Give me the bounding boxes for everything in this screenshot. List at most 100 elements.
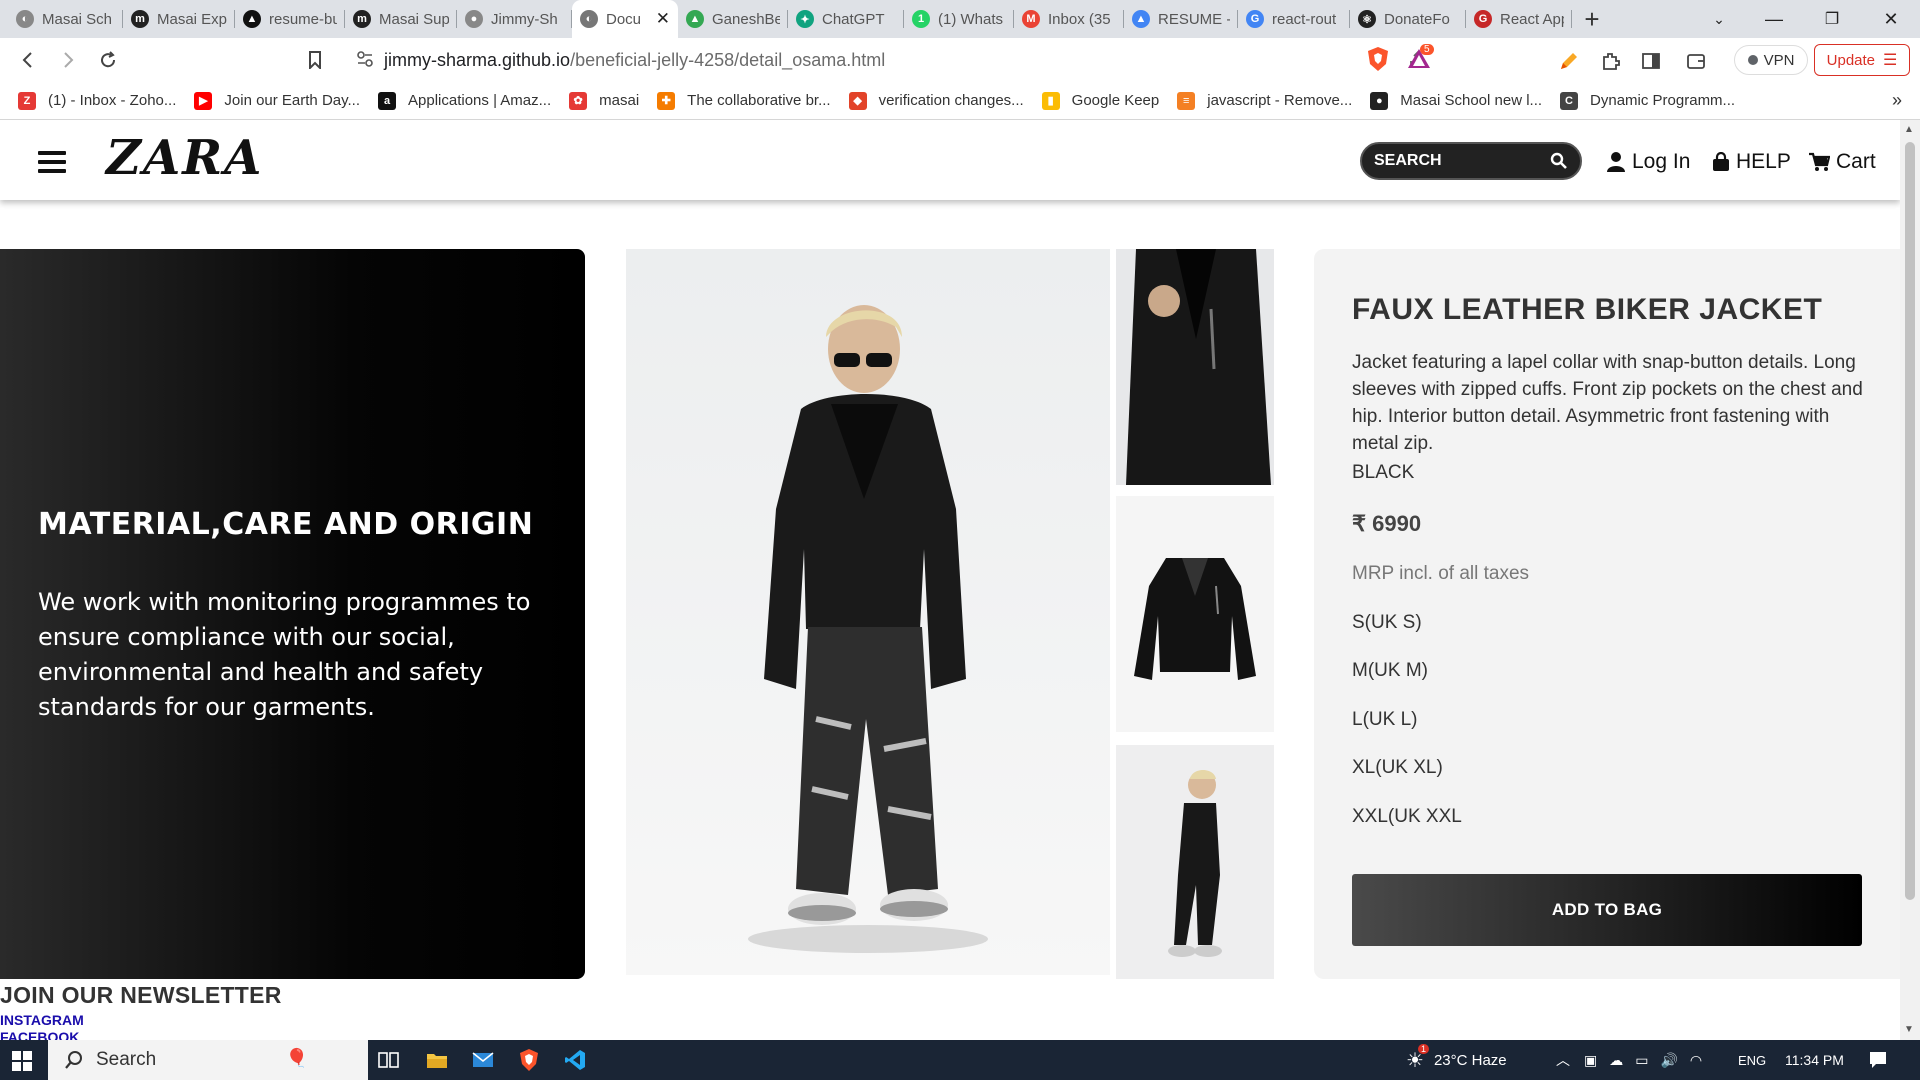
task-view-icon[interactable] xyxy=(378,1050,400,1075)
cart-link[interactable]: Cart xyxy=(1808,150,1876,174)
tab[interactable]: M Inbox (35 xyxy=(1014,0,1124,38)
bookmark-item[interactable]: ▮ Google Keep xyxy=(1041,91,1159,110)
page-scrollbar[interactable]: ▲ ▼ xyxy=(1900,120,1920,1040)
scrollbar-thumb[interactable] xyxy=(1905,142,1915,900)
bookmark-item[interactable]: C Dynamic Programm... xyxy=(1560,91,1735,110)
back-icon[interactable] xyxy=(8,40,48,80)
brave-rewards-icon[interactable]: 5 xyxy=(1406,44,1434,77)
bookmark-item[interactable]: ✿ masai xyxy=(569,91,639,110)
login-link[interactable]: Log In xyxy=(1606,150,1690,174)
scroll-down-icon[interactable]: ▼ xyxy=(1904,1024,1914,1035)
language-indicator[interactable]: ENG xyxy=(1738,1040,1766,1080)
meet-now-icon[interactable]: ▣ xyxy=(1584,1052,1597,1069)
tab[interactable]: ◐ Masai Sch xyxy=(8,0,123,38)
zara-logo[interactable]: ZARA xyxy=(106,130,263,186)
product-thumbnail-1[interactable] xyxy=(1116,249,1274,485)
tab[interactable]: m Masai Exp xyxy=(123,0,235,38)
notification-center-icon[interactable] xyxy=(1868,1050,1888,1075)
instagram-link[interactable]: INSTAGRAM xyxy=(0,1012,84,1028)
bookmark-item[interactable]: ◆ verification changes... xyxy=(848,91,1024,110)
tab[interactable]: ▲ resume-bu xyxy=(235,0,345,38)
search-input[interactable] xyxy=(1374,152,1544,170)
vpn-button[interactable]: VPN xyxy=(1734,45,1808,75)
mail-icon[interactable] xyxy=(472,1050,494,1075)
clock[interactable]: 11:34 PM xyxy=(1785,1040,1844,1080)
sidebar-icon[interactable] xyxy=(1640,50,1662,77)
search-bar[interactable] xyxy=(1360,142,1582,180)
bookmark-favicon-icon: ◆ xyxy=(848,91,867,110)
size-option-s[interactable]: S(UK S) xyxy=(1352,612,1422,634)
bookmark-favicon-icon: ▮ xyxy=(1041,91,1060,110)
vscode-taskbar-icon[interactable] xyxy=(564,1049,586,1076)
close-window-button[interactable]: ✕ xyxy=(1862,0,1920,38)
bookmark-item[interactable]: ▶ Join our Earth Day... xyxy=(194,91,360,110)
volume-icon[interactable]: 🔊 xyxy=(1660,1052,1677,1069)
bookmark-favicon-icon: ✚ xyxy=(657,91,676,110)
show-hidden-icons-chevron-icon[interactable]: ︿ xyxy=(1556,1050,1570,1070)
facebook-link[interactable]: FACEBOOK xyxy=(0,1029,79,1040)
tab-label: Masai Sup xyxy=(379,10,449,28)
weather-widget[interactable]: ☀ 1 23°C Haze xyxy=(1406,1040,1507,1080)
tab[interactable]: G React App xyxy=(1466,0,1572,38)
update-button[interactable]: Update ☰ xyxy=(1814,44,1910,76)
product-description: Jacket featuring a lapel collar with sna… xyxy=(1352,352,1863,454)
brave-taskbar-icon[interactable] xyxy=(518,1048,540,1077)
bookmark-icon[interactable] xyxy=(295,40,335,80)
battery-icon[interactable]: ▭ xyxy=(1635,1052,1648,1069)
url-text: jimmy-sharma.github.io/beneficial-jelly-… xyxy=(384,50,885,71)
bookmarks-more-icon[interactable]: » xyxy=(1892,90,1902,111)
tab[interactable]: ▲ GaneshBe xyxy=(678,0,788,38)
wallet-icon[interactable] xyxy=(1685,50,1707,77)
product-thumbnail-2[interactable] xyxy=(1116,496,1274,732)
bookmark-item[interactable]: ✚ The collaborative br... xyxy=(657,91,831,110)
product-main-image[interactable] xyxy=(626,249,1110,975)
onedrive-icon[interactable]: ☁ xyxy=(1609,1052,1623,1069)
bookmark-item[interactable]: ≡ javascript - Remove... xyxy=(1177,91,1353,110)
menu-icon: ☰ xyxy=(1883,52,1898,69)
windows-start-icon[interactable] xyxy=(12,1051,32,1076)
extensions-icon[interactable] xyxy=(1600,50,1622,77)
maximize-button[interactable]: ❐ xyxy=(1803,0,1861,38)
size-option-l[interactable]: L(UK L) xyxy=(1352,709,1417,731)
reload-icon[interactable] xyxy=(88,40,128,80)
tab[interactable]: ● Jimmy-Sh xyxy=(457,0,572,38)
bookmark-label: javascript - Remove... xyxy=(1207,92,1353,109)
brave-shield-icon[interactable] xyxy=(1366,46,1390,77)
file-explorer-icon[interactable] xyxy=(426,1050,448,1075)
tab[interactable]: Greact-rout xyxy=(1238,0,1350,38)
tab[interactable]: ⚛ DonateFo xyxy=(1350,0,1466,38)
forward-icon[interactable] xyxy=(48,40,88,80)
new-tab-button[interactable]: + xyxy=(1572,0,1612,38)
wifi-icon[interactable]: ◠ xyxy=(1690,1052,1702,1069)
tab[interactable]: m Masai Sup xyxy=(345,0,457,38)
tab-close-icon[interactable]: ✕ xyxy=(650,9,670,29)
taskbar-search-box[interactable]: Search 🎈 xyxy=(48,1040,368,1080)
tab-list: ◐ Masai Sch m Masai Exp ▲ resume-bu m Masai Sup… xyxy=(0,0,1572,38)
tab-search-chevron-icon[interactable]: ⌄ xyxy=(1690,0,1748,38)
size-option-xxl[interactable]: XXL(UK XXL xyxy=(1352,806,1462,828)
tab-active[interactable]: ◐ Docu ✕ xyxy=(572,0,678,38)
bookmark-item[interactable]: a Applications | Amaz... xyxy=(378,91,551,110)
bookmark-item[interactable]: Z (1) - Inbox - Zoho... xyxy=(18,91,176,110)
tab-favicon-icon: m xyxy=(353,10,371,28)
address-bar[interactable]: jimmy-sharma.github.io/beneficial-jelly-… xyxy=(340,42,1444,78)
tab-label: Docu xyxy=(606,10,642,28)
help-link[interactable]: HELP xyxy=(1712,150,1791,174)
size-option-m[interactable]: M(UK M) xyxy=(1352,660,1428,682)
bookmark-item[interactable]: ● Masai School new l... xyxy=(1370,91,1542,110)
size-option-xl[interactable]: XL(UK XL) xyxy=(1352,757,1443,779)
minimize-button[interactable]: — xyxy=(1745,0,1803,38)
bookmark-label: verification changes... xyxy=(878,92,1024,109)
search-icon[interactable] xyxy=(1550,152,1568,175)
product-thumbnail-3[interactable] xyxy=(1116,745,1274,979)
scroll-up-icon[interactable]: ▲ xyxy=(1904,124,1914,135)
tab-label: (1) Whats xyxy=(938,10,1004,28)
tab-label: Masai Exp xyxy=(157,10,227,28)
tab[interactable]: ✦ ChatGPT xyxy=(788,0,904,38)
add-to-bag-button[interactable]: ADD TO BAG xyxy=(1352,874,1862,946)
edit-pencil-icon[interactable] xyxy=(1558,50,1580,77)
tab[interactable]: 1 (1) Whats xyxy=(904,0,1014,38)
tab[interactable]: ▲ RESUME - xyxy=(1124,0,1238,38)
site-info-icon[interactable] xyxy=(356,50,374,73)
hamburger-menu-icon[interactable] xyxy=(38,151,66,173)
